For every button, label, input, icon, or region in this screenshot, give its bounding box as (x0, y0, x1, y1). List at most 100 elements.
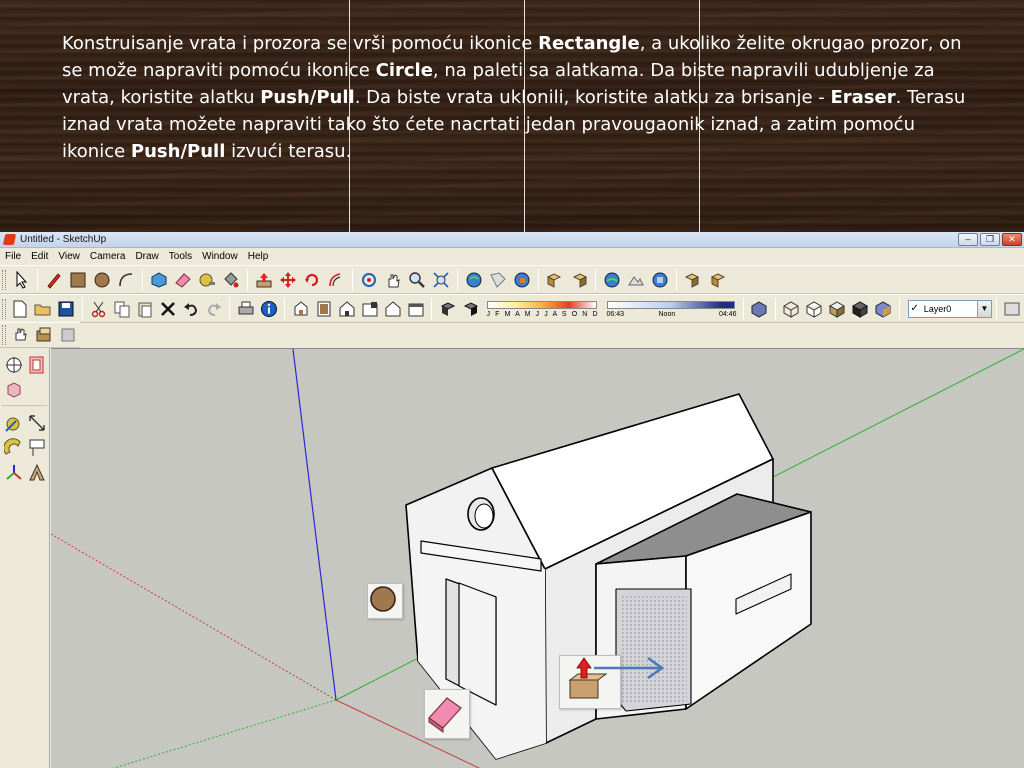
toolbar-grip[interactable] (2, 325, 6, 345)
layer-manager-icon[interactable] (1002, 298, 1023, 320)
left-view-icon[interactable] (405, 298, 426, 320)
title-bar[interactable]: Untitled - SketchUp – ❐ ✕ (0, 232, 1024, 248)
menu-draw[interactable]: Draw (130, 251, 163, 262)
rectangle-tool-icon[interactable] (67, 269, 89, 291)
protractor-icon[interactable] (3, 437, 25, 459)
toolbar-grip[interactable] (2, 269, 6, 290)
make-component-icon[interactable] (148, 269, 170, 291)
pencil-line-tool-icon[interactable] (43, 269, 65, 291)
modeling-viewport[interactable] (51, 348, 1024, 768)
orbit-tool-icon[interactable] (358, 269, 380, 291)
large-tool-set-palette (0, 348, 50, 768)
menu-view[interactable]: View (53, 251, 85, 262)
back-view-icon[interactable] (382, 298, 403, 320)
paint-bucket-icon[interactable] (220, 269, 242, 291)
components-icon[interactable] (544, 269, 566, 291)
delete-icon[interactable] (157, 298, 178, 320)
dynamic-component-icon[interactable] (682, 269, 704, 291)
circle-tool-callout-icon (367, 583, 403, 619)
redo-icon[interactable] (203, 298, 224, 320)
tape-measure-icon[interactable] (196, 269, 218, 291)
share-component-icon[interactable] (511, 269, 533, 291)
save-icon[interactable] (56, 298, 77, 320)
3d-text-icon[interactable] (27, 462, 49, 484)
chevron-down-icon[interactable]: ▼ (976, 300, 991, 317)
xray-style-icon[interactable] (749, 298, 770, 320)
print-icon[interactable] (235, 298, 256, 320)
edit-match-photo-icon[interactable] (57, 324, 79, 346)
dimension-icon[interactable] (27, 412, 49, 434)
blue-axis (292, 349, 337, 701)
top-view-icon[interactable] (313, 298, 334, 320)
minimize-button[interactable]: – (958, 233, 978, 246)
walk-icon[interactable] (3, 379, 25, 401)
text-label-icon[interactable] (27, 437, 49, 459)
axes-icon[interactable] (3, 462, 25, 484)
arc-tool-icon[interactable] (115, 269, 137, 291)
instruction-text: Konstruisanje vrata i prozora se vrši po… (62, 30, 982, 165)
google-earth-icon[interactable] (601, 269, 623, 291)
hand-tool-icon[interactable] (10, 324, 32, 346)
zoom-tool-icon[interactable] (406, 269, 428, 291)
toolbar-separator (595, 268, 596, 291)
toolbar-separator (774, 297, 776, 320)
pan-tool-icon[interactable] (382, 269, 404, 291)
copy-icon[interactable] (111, 298, 132, 320)
component-options-icon[interactable] (706, 269, 728, 291)
menu-file[interactable]: File (0, 251, 26, 262)
place-model-icon[interactable] (649, 269, 671, 291)
menu-help[interactable]: Help (243, 251, 274, 262)
monochrome-style-icon[interactable] (873, 298, 894, 320)
circle-tool-icon[interactable] (91, 269, 113, 291)
menu-window[interactable]: Window (197, 251, 243, 262)
model-info-icon[interactable] (258, 298, 279, 320)
components-alt-icon[interactable] (568, 269, 590, 291)
open-folder-icon[interactable] (33, 298, 54, 320)
photo-match-icon[interactable] (34, 324, 56, 346)
time-end-label: 04:46 (718, 310, 737, 318)
section-plane-icon[interactable] (27, 354, 49, 376)
position-camera-icon[interactable] (3, 354, 25, 376)
shaded-textures-style-icon[interactable] (850, 298, 871, 320)
get-models-icon[interactable] (463, 269, 485, 291)
paste-icon[interactable] (134, 298, 155, 320)
hidden-line-style-icon[interactable] (804, 298, 825, 320)
shadow-month-slider[interactable]: J F M A M J J A S O N D (486, 299, 607, 321)
menu-camera[interactable]: Camera (85, 251, 131, 262)
window-title: Untitled - SketchUp (20, 234, 107, 245)
display-shadows-icon[interactable] (460, 298, 481, 320)
iso-view-icon[interactable] (290, 298, 311, 320)
cut-icon[interactable] (88, 298, 109, 320)
push-pull-icon[interactable] (253, 269, 275, 291)
eraser-tool-icon[interactable] (172, 269, 194, 291)
front-view-icon[interactable] (336, 298, 357, 320)
push-pull-callout-icon (559, 655, 665, 709)
select-tool-icon[interactable] (10, 269, 32, 291)
share-model-icon[interactable] (487, 269, 509, 291)
toolbar-separator (37, 268, 38, 291)
menu-tools[interactable]: Tools (164, 251, 197, 262)
tape-measure-large-icon[interactable] (3, 412, 25, 434)
close-button[interactable]: ✕ (1002, 233, 1022, 246)
caption-keyword-pushpull-2: Push/Pull (130, 141, 226, 162)
sketchup-logo-icon (2, 234, 17, 245)
move-tool-icon[interactable] (277, 269, 299, 291)
rotate-tool-icon[interactable] (301, 269, 323, 291)
undo-icon[interactable] (180, 298, 201, 320)
offset-tool-icon[interactable] (325, 269, 347, 291)
right-view-icon[interactable] (359, 298, 380, 320)
restore-button[interactable]: ❐ (980, 233, 1000, 246)
shaded-style-icon[interactable] (827, 298, 848, 320)
layer-dropdown[interactable]: ✓ Layer0 ▼ (907, 299, 992, 318)
toggle-terrain-icon[interactable] (625, 269, 647, 291)
zoom-extents-icon[interactable] (430, 269, 452, 291)
menu-edit[interactable]: Edit (26, 251, 53, 262)
shadow-settings-icon[interactable] (437, 298, 458, 320)
new-file-icon[interactable] (10, 298, 31, 320)
toolbar-grip[interactable] (2, 298, 6, 319)
green-axis-negative (112, 699, 337, 768)
caption-keyword-pushpull: Push/Pull (260, 87, 355, 108)
wireframe-style-icon[interactable] (781, 298, 802, 320)
shadow-time-slider[interactable]: 06:43 Noon 04:46 (606, 299, 739, 321)
time-start-label: 06:43 (606, 310, 625, 318)
